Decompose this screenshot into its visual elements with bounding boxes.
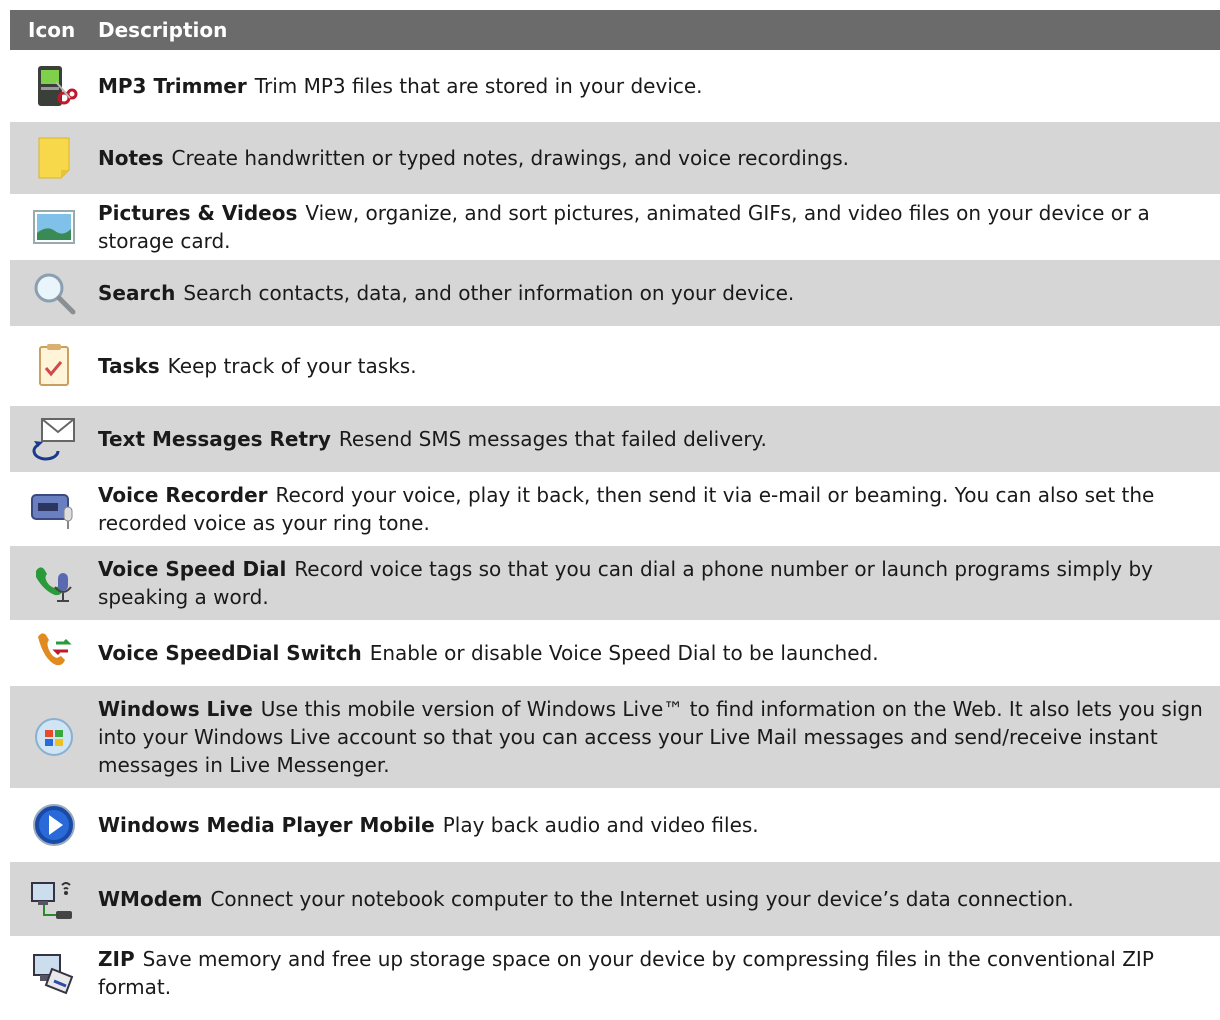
row-title: ZIP <box>98 947 135 971</box>
table-row: Voice SpeedDial Switch Enable or disable … <box>10 620 1220 686</box>
table-row: WModem Connect your notebook computer to … <box>10 862 1220 936</box>
row-desc: Save memory and free up storage space on… <box>98 947 1154 999</box>
notes-icon <box>10 134 98 182</box>
table-row: Voice Speed Dial Record voice tags so tha… <box>10 546 1220 620</box>
row-desc: Keep track of your tasks. <box>167 354 417 378</box>
row-desc: Use this mobile version of Windows Live™… <box>98 697 1203 777</box>
row-desc: Resend SMS messages that failed delivery… <box>338 427 767 451</box>
row-title: Pictures & Videos <box>98 201 298 225</box>
table-row: Pictures & Videos View, organize, and sor… <box>10 194 1220 260</box>
header-description: Description <box>98 18 228 42</box>
text-messages-retry-icon <box>10 415 98 463</box>
wmodem-icon <box>10 875 98 923</box>
search-icon <box>10 269 98 317</box>
row-title: Windows Live <box>98 697 253 721</box>
table-row: Windows Media Player Mobile Play back aud… <box>10 788 1220 862</box>
table-row: MP3 Trimmer Trim MP3 files that are store… <box>10 50 1220 122</box>
table-row: ZIP Save memory and free up storage space… <box>10 936 1220 1010</box>
pictures-videos-icon <box>10 203 98 251</box>
voice-speed-dial-icon <box>10 559 98 607</box>
row-title: Voice Recorder <box>98 483 268 507</box>
tasks-icon <box>10 342 98 390</box>
row-desc: Play back audio and video files. <box>442 813 759 837</box>
row-title: Tasks <box>98 354 160 378</box>
row-desc: Connect your notebook computer to the In… <box>210 887 1074 911</box>
program-icon-table: Icon Description MP3 Trimmer Trim MP3 fil… <box>10 10 1220 1010</box>
row-title: WModem <box>98 887 203 911</box>
voice-recorder-icon <box>10 485 98 533</box>
table-row: Notes Create handwritten or typed notes, … <box>10 122 1220 194</box>
row-title: Search <box>98 281 176 305</box>
row-title: Voice Speed Dial <box>98 557 287 581</box>
windows-live-icon <box>10 713 98 761</box>
row-desc: Trim MP3 files that are stored in your d… <box>254 74 703 98</box>
table-row: Search Search contacts, data, and other i… <box>10 260 1220 326</box>
row-title: Notes <box>98 146 164 170</box>
row-desc: Enable or disable Voice Speed Dial to be… <box>369 641 879 665</box>
table-row: Windows Live Use this mobile version of W… <box>10 686 1220 788</box>
row-desc: Search contacts, data, and other informa… <box>183 281 795 305</box>
mp3-trimmer-icon <box>10 62 98 110</box>
table-row: Text Messages Retry Resend SMS messages t… <box>10 406 1220 472</box>
table-row: Voice Recorder Record your voice, play it… <box>10 472 1220 546</box>
row-title: Text Messages Retry <box>98 427 331 451</box>
row-desc: Create handwritten or typed notes, drawi… <box>171 146 849 170</box>
row-title: Windows Media Player Mobile <box>98 813 435 837</box>
table-row: Tasks Keep track of your tasks. <box>10 326 1220 406</box>
row-title: MP3 Trimmer <box>98 74 247 98</box>
table-header: Icon Description <box>10 10 1220 50</box>
header-icon: Icon <box>28 18 76 42</box>
row-title: Voice SpeedDial Switch <box>98 641 362 665</box>
voice-speeddial-switch-icon <box>10 629 98 677</box>
zip-icon <box>10 949 98 997</box>
windows-media-player-icon <box>10 801 98 849</box>
